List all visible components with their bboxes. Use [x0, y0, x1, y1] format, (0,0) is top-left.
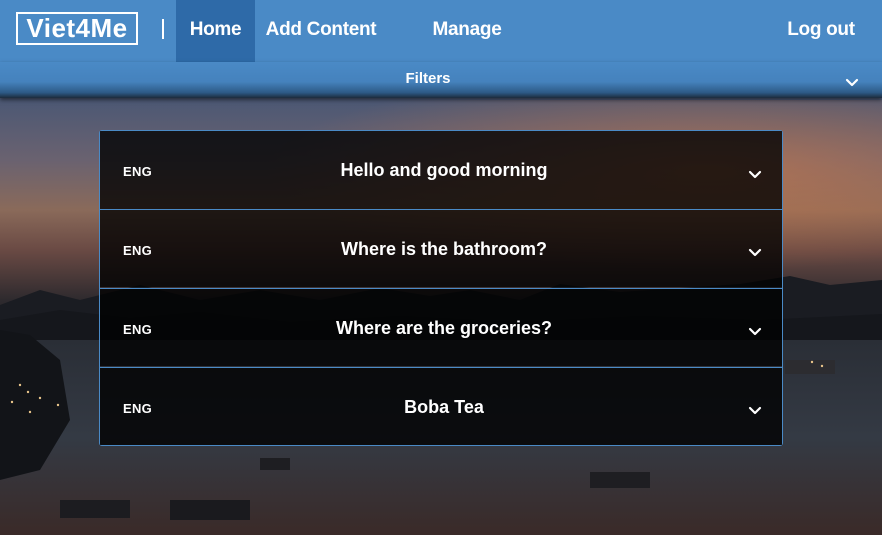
phrase-text: Boba Tea: [404, 397, 484, 417]
brand-logo[interactable]: Viet4Me: [16, 12, 138, 45]
phrase-item[interactable]: ENG Boba Tea: [100, 367, 782, 445]
chevron-down-icon[interactable]: [845, 78, 859, 88]
logout-button[interactable]: Log out: [784, 0, 858, 62]
chevron-down-icon[interactable]: [748, 170, 762, 180]
phrase-list: ENG Hello and good morning ENG Where is …: [99, 130, 783, 446]
phrase-item[interactable]: ENG Where are the groceries?: [100, 288, 782, 366]
phrase-text: Hello and good morning: [340, 160, 548, 180]
phrase-text: Where is the bathroom?: [340, 239, 547, 259]
nav-home[interactable]: Home: [176, 0, 255, 62]
nav-manage-account[interactable]: Manage Account: [394, 0, 540, 100]
language-label: ENG: [123, 401, 153, 416]
nav-divider: [162, 19, 164, 39]
phrase-item[interactable]: ENG Hello and good morning: [100, 131, 782, 209]
chevron-down-icon[interactable]: [748, 327, 762, 337]
phrase-text: Where are the groceries?: [335, 318, 553, 338]
top-navbar: Viet4Me Home Add Content Manage Account …: [0, 0, 882, 100]
language-label: ENG: [123, 164, 153, 179]
nav-add-content[interactable]: Add Content: [262, 0, 380, 62]
chevron-down-icon[interactable]: [748, 248, 762, 258]
chevron-down-icon[interactable]: [748, 406, 762, 416]
filters-bar[interactable]: Filters: [0, 62, 882, 98]
phrase-item[interactable]: ENG Where is the bathroom?: [100, 209, 782, 287]
language-label: ENG: [123, 243, 153, 258]
language-label: ENG: [123, 322, 153, 337]
filters-label: Filters: [405, 70, 451, 87]
